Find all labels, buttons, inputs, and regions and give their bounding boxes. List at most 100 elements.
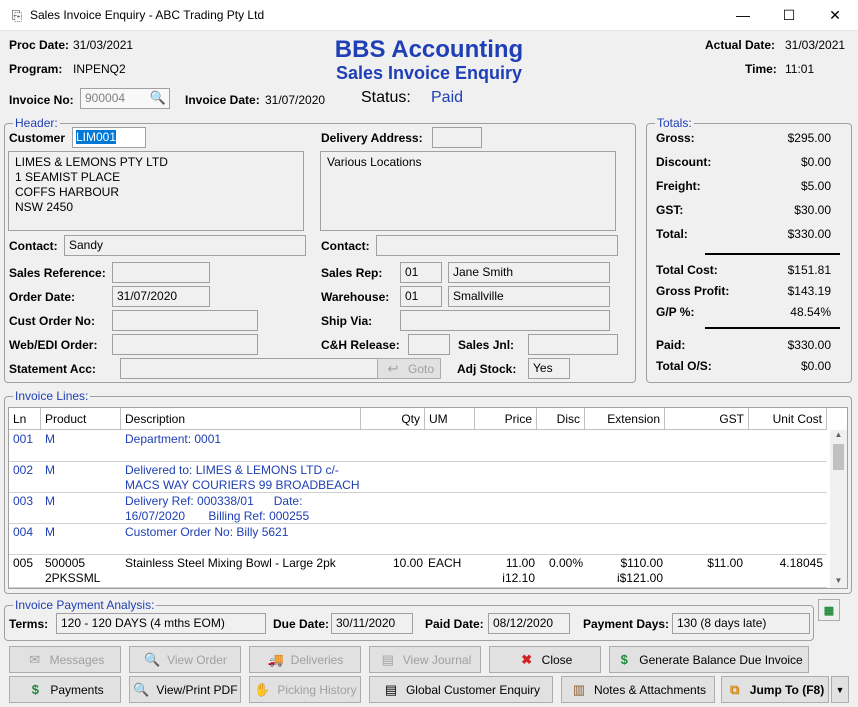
terms-field[interactable]: 120 - 120 DAYS (4 mths EOM)	[56, 613, 266, 634]
ship-via-field[interactable]	[400, 310, 610, 331]
time-label: Time:	[745, 62, 777, 76]
cell-price-inc: i12.10	[502, 571, 535, 585]
cell-unit-cost: 4.18045	[779, 556, 823, 570]
adj-stock-field[interactable]: Yes	[528, 358, 570, 379]
cell-description: 16/07/2020 Billing Ref: 000255	[125, 509, 310, 523]
gst-label: GST:	[656, 203, 684, 217]
cell-gst: $11.00	[707, 556, 743, 570]
warehouse-code-field[interactable]: 01	[400, 286, 442, 307]
paid-date-label: Paid Date:	[425, 617, 484, 631]
col-header-unit-cost[interactable]: Unit Cost	[749, 408, 827, 430]
magnifier-icon: 🔍	[133, 681, 150, 697]
invoice-no-input[interactable]: 900004 🔍	[80, 88, 170, 109]
totals-divider	[705, 327, 840, 329]
generate-balance-due-invoice-button[interactable]: $ Generate Balance Due Invoice	[609, 646, 809, 673]
customer-address-box: LIMES & LEMONS PTY LTD 1 SEAMIST PLACE C…	[8, 151, 304, 231]
ch-release-field[interactable]	[408, 334, 450, 355]
col-header-extension[interactable]: Extension	[585, 408, 665, 430]
paid-date-field[interactable]: 08/12/2020	[488, 613, 570, 634]
col-header-gst[interactable]: GST	[665, 408, 749, 430]
table-row[interactable]: 004 M Customer Order No: Billy 5621	[9, 524, 827, 555]
sales-rep-name-field[interactable]: Jane Smith	[448, 262, 610, 283]
table-row[interactable]: 002 M Delivered to: LIMES & LEMONS LTD c…	[9, 462, 827, 493]
sales-rep-code-field[interactable]: 01	[400, 262, 442, 283]
gst-value: $30.00	[794, 203, 831, 217]
vertical-scrollbar[interactable]: ▲ ▼	[830, 430, 847, 588]
table-row[interactable]: 001 M Department: 0001	[9, 431, 827, 462]
window-title: Sales Invoice Enquiry - ABC Trading Pty …	[30, 8, 265, 22]
deliveries-button[interactable]: 🚚 Deliveries	[249, 646, 361, 673]
delivery-code-input[interactable]	[432, 127, 482, 148]
payment-days-field[interactable]: 130 (8 days late)	[672, 613, 810, 634]
picking-history-button[interactable]: ✋ Picking History	[249, 676, 361, 703]
contact-field[interactable]: Sandy	[64, 235, 306, 256]
due-date-field[interactable]: 30/11/2020	[331, 613, 413, 634]
view-journal-button[interactable]: ▤ View Journal	[369, 646, 481, 673]
jump-to-dropdown-button[interactable]: ▼	[831, 676, 849, 703]
sales-reference-field[interactable]	[112, 262, 210, 283]
sales-jnl-field[interactable]	[528, 334, 618, 355]
cell-product: M	[45, 525, 55, 539]
invoice-no-value: 900004	[85, 91, 126, 105]
close-button[interactable]: ✖ Close	[489, 646, 601, 673]
view-order-label: View Order	[167, 652, 227, 667]
messages-button[interactable]: ✉ Messages	[9, 646, 121, 673]
truck-icon: 🚚	[267, 651, 284, 667]
notes-attachments-button[interactable]: ▥ Notes & Attachments	[561, 676, 715, 703]
close-window-button[interactable]: ✕	[812, 0, 858, 31]
gross-row: Gross: $295.00	[656, 131, 831, 147]
col-header-ln[interactable]: Ln	[9, 408, 41, 430]
col-header-um[interactable]: UM	[425, 408, 475, 430]
hand-icon: ✋	[254, 681, 271, 697]
scroll-down-arrow-icon[interactable]: ▼	[830, 576, 847, 588]
maximize-button[interactable]: ☐	[766, 0, 812, 31]
statement-acc-field[interactable]	[120, 358, 380, 379]
journal-icon: ▤	[381, 651, 394, 667]
view-order-button[interactable]: 🔍 View Order	[129, 646, 241, 673]
cell-ln: 005	[13, 556, 34, 570]
search-icon[interactable]: 🔍	[150, 90, 166, 106]
goto-button[interactable]: ↩ Goto	[377, 358, 441, 379]
cell-description: MACS WAY COURIERS 99 BROADBEACH	[125, 478, 360, 492]
total-cost-value: $151.81	[787, 263, 831, 277]
total-os-row: Total O/S: $0.00	[656, 359, 831, 375]
web-edi-order-field[interactable]	[112, 334, 258, 355]
total-os-label: Total O/S:	[656, 359, 712, 373]
due-date-label: Due Date:	[273, 617, 330, 631]
customer-code-input[interactable]: LIM001	[72, 127, 146, 148]
view-print-pdf-button[interactable]: 🔍 View/Print PDF	[129, 676, 241, 703]
invoice-lines-grid: Ln Product Description Qty UM Price Disc…	[8, 407, 848, 589]
ship-via-label: Ship Via:	[321, 314, 373, 328]
gp-pct-row: G/P %: 48.54%	[656, 305, 831, 321]
scroll-up-arrow-icon[interactable]: ▲	[830, 430, 847, 442]
warehouse-name-field[interactable]: Smallville	[448, 286, 610, 307]
freight-row: Freight: $5.00	[656, 179, 831, 195]
col-header-description[interactable]: Description	[121, 408, 361, 430]
notes-attachments-label: Notes & Attachments	[593, 682, 707, 697]
invoice-no-label: Invoice No:	[9, 93, 74, 107]
payments-button[interactable]: $ Payments	[9, 676, 121, 703]
scroll-thumb[interactable]	[833, 444, 844, 470]
col-header-qty[interactable]: Qty	[361, 408, 425, 430]
col-header-price[interactable]: Price	[475, 408, 537, 430]
jump-to-button[interactable]: ⧉ Jump To (F8)	[721, 676, 829, 703]
view-print-pdf-label: View/Print PDF	[156, 682, 238, 697]
jump-icon: ⧉	[730, 681, 740, 697]
ch-release-label: C&H Release:	[321, 338, 400, 352]
deliveries-label: Deliveries	[290, 652, 344, 667]
table-row[interactable]: 003 M Delivery Ref: 000338/01 Date: 16/0…	[9, 493, 827, 524]
web-edi-order-label: Web/EDI Order:	[9, 338, 98, 352]
order-date-field[interactable]: 31/07/2020	[112, 286, 210, 307]
gross-profit-label: Gross Profit:	[656, 284, 730, 298]
excel-export-button[interactable]: ▦	[818, 599, 840, 621]
customer-code-value: LIM001	[76, 130, 117, 144]
status-label: Status:	[361, 89, 411, 106]
col-header-disc[interactable]: Disc	[537, 408, 585, 430]
address-line: NSW 2450	[15, 200, 74, 214]
minimize-button[interactable]: —	[720, 0, 766, 31]
global-customer-enquiry-button[interactable]: ▤ Global Customer Enquiry	[369, 676, 553, 703]
col-header-product[interactable]: Product	[41, 408, 121, 430]
cust-order-no-field[interactable]	[112, 310, 258, 331]
delivery-contact-field[interactable]	[376, 235, 618, 256]
table-row[interactable]: 005 500005 2PKSSML Stainless Steel Mixin…	[9, 555, 827, 588]
